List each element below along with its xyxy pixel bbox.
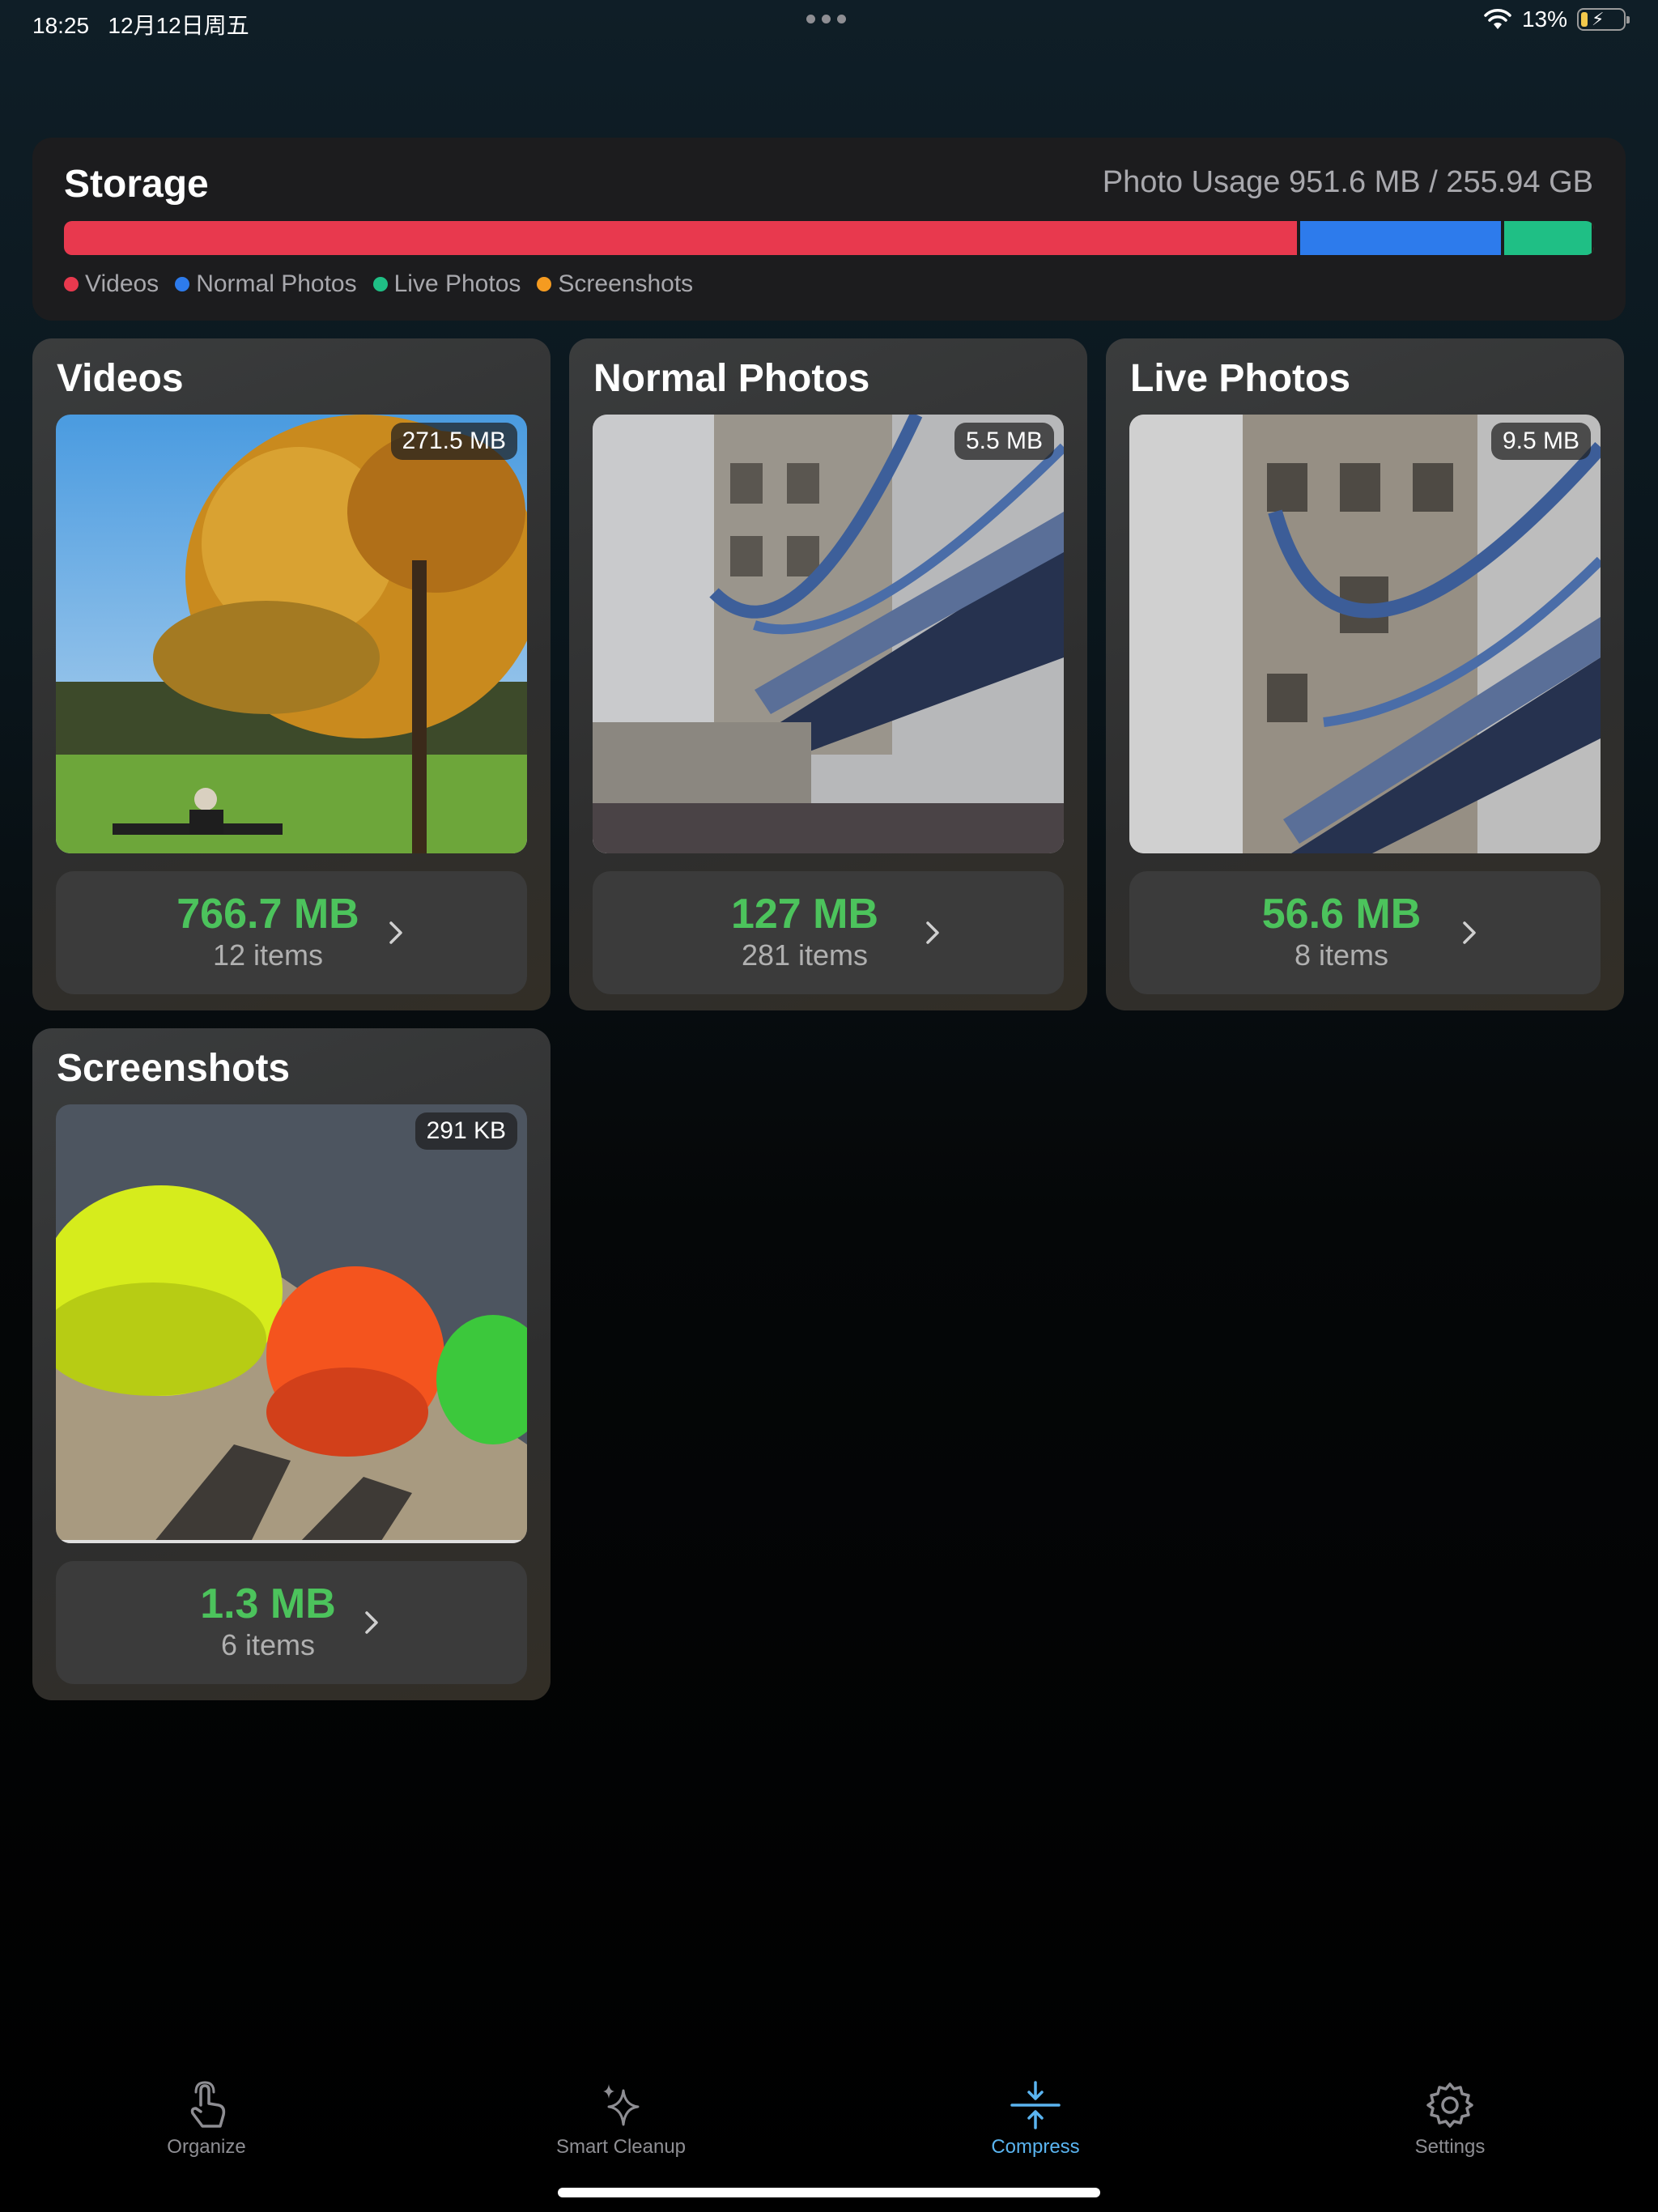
- legend-dot: [537, 277, 552, 291]
- autumn-park-image: [56, 415, 527, 853]
- legend-item-screenshots: Screenshots: [537, 270, 693, 298]
- status-time: 18:25 12月12日周五: [32, 8, 249, 40]
- home-indicator[interactable]: [558, 2188, 1100, 2197]
- chevron-right-icon: [1463, 921, 1476, 944]
- tower-bridge-image: [593, 415, 1064, 853]
- stats-button[interactable]: 56.6 MB 8 items: [1129, 871, 1601, 994]
- wifi-icon: [1484, 9, 1511, 29]
- tab-smart-cleanup[interactable]: Smart Cleanup: [500, 2081, 742, 2159]
- category-card-videos[interactable]: Videos 271.5 MB 766.7 MB 12 items: [32, 338, 551, 1010]
- total-size: 766.7 MB: [176, 891, 359, 938]
- category-card-live-photos[interactable]: Live Photos 9.5 MB 56.6 MB 8 items: [1106, 338, 1624, 1010]
- storage-title: Storage: [64, 163, 209, 206]
- caps-image: [56, 1104, 527, 1543]
- storage-segment-videos: [64, 221, 1297, 255]
- stats-button[interactable]: 127 MB 281 items: [593, 871, 1064, 994]
- chevron-right-icon: [926, 921, 939, 944]
- gear-icon: [1426, 2082, 1473, 2128]
- storage-usage-bar: [64, 221, 1594, 255]
- hand-tap-icon: [190, 2081, 226, 2128]
- tab-label: Smart Cleanup: [555, 2136, 687, 2158]
- tower-bridge-closeup-image: [1129, 415, 1601, 853]
- tab-organize[interactable]: Organize: [85, 2081, 328, 2159]
- stats-button[interactable]: 766.7 MB 12 items: [56, 871, 527, 994]
- size-badge: 271.5 MB: [390, 423, 517, 460]
- sparkles-icon: [603, 2084, 640, 2126]
- compress-icon: [1010, 2081, 1061, 2129]
- total-size: 56.6 MB: [1261, 891, 1422, 938]
- item-count: 12 items: [212, 938, 324, 972]
- storage-card: Storage Photo Usage 951.6 MB / 255.94 GB…: [32, 138, 1626, 321]
- photo-usage-label: Photo Usage 951.6 MB / 255.94 GB: [1102, 165, 1593, 199]
- time-label: 18:25: [32, 13, 90, 38]
- storage-segment-live-photos: [1500, 221, 1592, 255]
- stats-button[interactable]: 1.3 MB 6 items: [56, 1561, 527, 1684]
- category-title: Normal Photos: [593, 357, 870, 400]
- category-title: Live Photos: [1130, 357, 1351, 400]
- live-photo-thumbnail[interactable]: 9.5 MB: [1129, 415, 1601, 853]
- size-badge: 9.5 MB: [1490, 423, 1591, 460]
- multitasking-dots-icon[interactable]: [806, 15, 846, 23]
- legend-dot: [64, 277, 79, 291]
- legend-item-videos: Videos: [64, 270, 159, 298]
- tab-bar: Organize Smart Cleanup Compress Settings: [0, 2081, 1658, 2178]
- tab-settings[interactable]: Settings: [1329, 2081, 1571, 2159]
- date-label: 12月12日周五: [108, 13, 249, 38]
- category-title: Screenshots: [57, 1047, 291, 1090]
- video-thumbnail[interactable]: 271.5 MB: [56, 415, 527, 853]
- storage-legend: Videos Normal Photos Live Photos Screens…: [64, 270, 693, 298]
- status-bar: 18:25 12月12日周五 13% ⚡: [0, 0, 1658, 45]
- legend-item-live-photos: Live Photos: [372, 270, 521, 298]
- category-card-screenshots[interactable]: Screenshots 291 KB 1.3 MB 6 items: [32, 1028, 551, 1700]
- size-badge: 291 KB: [414, 1112, 517, 1150]
- battery-percent: 13%: [1521, 6, 1567, 32]
- tab-label: Organize: [167, 2136, 246, 2158]
- size-badge: 5.5 MB: [954, 423, 1054, 460]
- legend-label: Videos: [85, 270, 159, 297]
- legend-item-normal-photos: Normal Photos: [175, 270, 357, 298]
- battery-icon: ⚡: [1577, 8, 1630, 31]
- screenshot-thumbnail[interactable]: 291 KB: [56, 1104, 527, 1543]
- category-title: Videos: [57, 357, 184, 400]
- chevron-right-icon: [389, 921, 402, 944]
- item-count: 6 items: [220, 1628, 316, 1661]
- legend-label: Normal Photos: [196, 270, 357, 297]
- item-count: 281 items: [741, 938, 869, 972]
- tab-label: Settings: [1414, 2136, 1486, 2158]
- legend-label: Live Photos: [393, 270, 521, 297]
- category-card-normal-photos[interactable]: Normal Photos 5.5 MB 127 MB 281 items: [569, 338, 1087, 1010]
- status-right: 13% ⚡: [1483, 6, 1630, 32]
- tab-compress[interactable]: Compress: [914, 2081, 1157, 2159]
- tab-label: Compress: [991, 2136, 1080, 2158]
- total-size: 127 MB: [730, 891, 879, 938]
- photo-thumbnail[interactable]: 5.5 MB: [593, 415, 1064, 853]
- item-count: 8 items: [1294, 938, 1389, 972]
- legend-dot: [372, 277, 388, 291]
- storage-segment-screenshots: [1592, 221, 1594, 255]
- total-size: 1.3 MB: [200, 1580, 336, 1627]
- legend-dot: [175, 277, 190, 291]
- storage-segment-normal-photos: [1296, 221, 1501, 255]
- chevron-right-icon: [365, 1611, 378, 1634]
- legend-label: Screenshots: [558, 270, 694, 297]
